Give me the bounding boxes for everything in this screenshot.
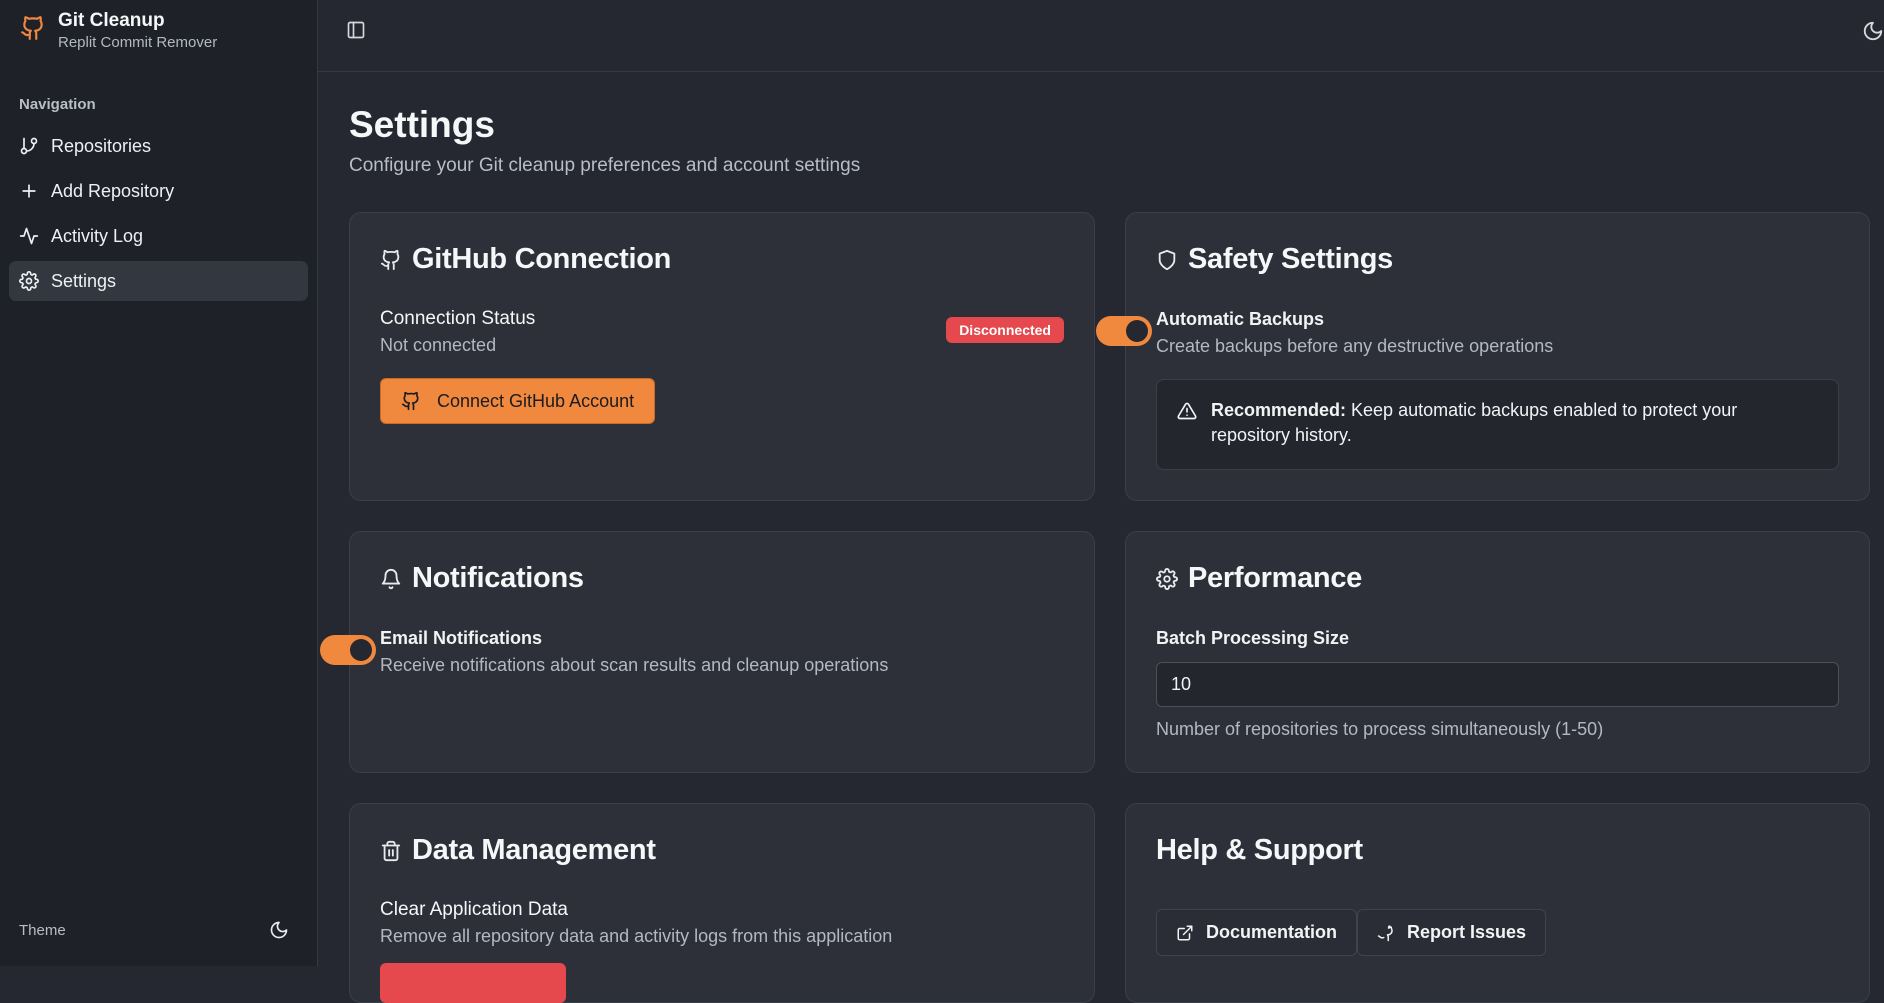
trash-icon bbox=[380, 840, 402, 862]
github-icon bbox=[380, 249, 402, 271]
connection-status: Connection Status Not connected bbox=[380, 308, 535, 356]
clear-data-button[interactable] bbox=[380, 963, 566, 1003]
top-bar bbox=[318, 0, 1884, 72]
email-notifications-label: Email Notifications bbox=[380, 628, 543, 648]
email-notifications-row: Email Notifications Receive notification… bbox=[380, 628, 888, 676]
card-title: Notifications bbox=[412, 562, 584, 594]
status-badge: Disconnected bbox=[946, 317, 1064, 343]
connection-status-label: Connection Status bbox=[380, 308, 536, 329]
email-notifications-toggle[interactable] bbox=[320, 635, 376, 665]
sidebar-item-label: Settings bbox=[51, 270, 117, 291]
sidebar-item-activity-log[interactable]: Activity Log bbox=[9, 216, 308, 256]
sidebar-toggle-icon[interactable] bbox=[346, 20, 366, 40]
theme-row: Theme bbox=[19, 920, 289, 940]
safety-settings-card: Safety Settings Automatic Backups Create… bbox=[1096, 212, 1870, 501]
app-name: Git Cleanup bbox=[58, 10, 165, 31]
activity-icon bbox=[19, 226, 39, 246]
card-title: Safety Settings bbox=[1188, 243, 1393, 275]
clear-data-label: Clear Application Data bbox=[380, 899, 568, 920]
sidebar: Git Cleanup Replit Commit Remover Naviga… bbox=[0, 0, 318, 966]
recommendation-alert: Recommended: Keep automatic backups enab… bbox=[1156, 379, 1839, 470]
card-header: Safety Settings bbox=[1156, 243, 1393, 276]
gear-icon bbox=[1156, 567, 1178, 590]
card-title: GitHub Connection bbox=[412, 243, 672, 275]
data-management-card: Data Management Clear Application Data R… bbox=[349, 803, 1095, 1003]
connection-status-value: Not connected bbox=[380, 335, 497, 355]
notifications-card: Notifications Email Notifications Receiv… bbox=[320, 531, 1095, 773]
external-link-icon bbox=[1176, 924, 1194, 942]
card-title: Performance bbox=[1188, 562, 1362, 594]
sidebar-item-label: Activity Log bbox=[51, 225, 144, 246]
card-header: Performance bbox=[1156, 562, 1362, 595]
theme-toggle-icon[interactable] bbox=[1862, 20, 1884, 42]
help-support-card: Help & Support Documentation Report Issu… bbox=[1125, 803, 1870, 1003]
batch-size-input[interactable]: 10 bbox=[1156, 662, 1839, 707]
card-title: Data Management bbox=[412, 834, 656, 866]
github-icon bbox=[401, 391, 421, 411]
alert-text: Recommended: Keep automatic backups enab… bbox=[1211, 398, 1818, 451]
performance-card: Performance Batch Processing Size 10 Num… bbox=[1125, 531, 1870, 773]
theme-label: Theme bbox=[19, 921, 66, 939]
moon-icon[interactable] bbox=[269, 920, 289, 940]
github-icon bbox=[1377, 924, 1395, 942]
git-branch-icon bbox=[19, 136, 39, 156]
clear-data-desc: Remove all repository data and activity … bbox=[380, 926, 893, 946]
sidebar-item-label: Repositories bbox=[51, 135, 152, 156]
page-title: Settings bbox=[349, 104, 495, 145]
github-connection-card: GitHub Connection Connection Status Not … bbox=[349, 212, 1095, 501]
automatic-backups-desc: Create backups before any destructive op… bbox=[1156, 336, 1554, 356]
card-header: GitHub Connection bbox=[380, 243, 671, 276]
automatic-backups-label: Automatic Backups bbox=[1156, 309, 1325, 329]
github-logo-icon bbox=[20, 14, 46, 42]
report-issues-button[interactable]: Report Issues bbox=[1357, 909, 1547, 956]
clear-data-row: Clear Application Data Remove all reposi… bbox=[380, 899, 892, 947]
connect-button-label: Connect GitHub Account bbox=[437, 390, 635, 411]
page-subtitle: Configure your Git cleanup preferences a… bbox=[349, 155, 861, 176]
app-subtitle: Replit Commit Remover bbox=[58, 34, 218, 51]
report-issues-label: Report Issues bbox=[1407, 922, 1527, 942]
documentation-label: Documentation bbox=[1206, 922, 1338, 942]
batch-size-label: Batch Processing Size bbox=[1156, 628, 1350, 648]
automatic-backups-toggle[interactable] bbox=[1096, 316, 1152, 346]
card-title: Help & Support bbox=[1156, 834, 1363, 866]
alert-strong: Recommended: bbox=[1211, 400, 1347, 420]
card-header: Help & Support bbox=[1156, 834, 1363, 867]
card-header: Notifications bbox=[380, 562, 584, 595]
sidebar-item-repositories[interactable]: Repositories bbox=[9, 126, 308, 166]
connect-github-button[interactable]: Connect GitHub Account bbox=[380, 378, 656, 424]
batch-size-help: Number of repositories to process simult… bbox=[1156, 719, 1604, 739]
brand[interactable]: Git Cleanup Replit Commit Remover bbox=[20, 10, 217, 54]
toggle-knob bbox=[1126, 320, 1148, 342]
gear-icon bbox=[19, 271, 39, 291]
toggle-knob bbox=[350, 639, 372, 661]
automatic-backups-row: Automatic Backups Create backups before … bbox=[1156, 309, 1553, 357]
plus-icon bbox=[19, 181, 39, 201]
email-notifications-desc: Receive notifications about scan results… bbox=[380, 655, 889, 675]
card-header: Data Management bbox=[380, 834, 656, 867]
help-buttons: Documentation Report Issues bbox=[1156, 909, 1547, 956]
sidebar-nav: Repositories Add Repository Activity Log… bbox=[9, 126, 308, 306]
documentation-button[interactable]: Documentation bbox=[1156, 909, 1358, 956]
sidebar-item-settings[interactable]: Settings bbox=[9, 261, 308, 301]
bell-icon bbox=[380, 568, 402, 590]
sidebar-item-add-repository[interactable]: Add Repository bbox=[9, 171, 308, 211]
warning-triangle-icon bbox=[1177, 401, 1197, 451]
shield-icon bbox=[1156, 249, 1178, 271]
nav-section-title: Navigation bbox=[19, 96, 96, 113]
sidebar-item-label: Add Repository bbox=[51, 180, 175, 201]
